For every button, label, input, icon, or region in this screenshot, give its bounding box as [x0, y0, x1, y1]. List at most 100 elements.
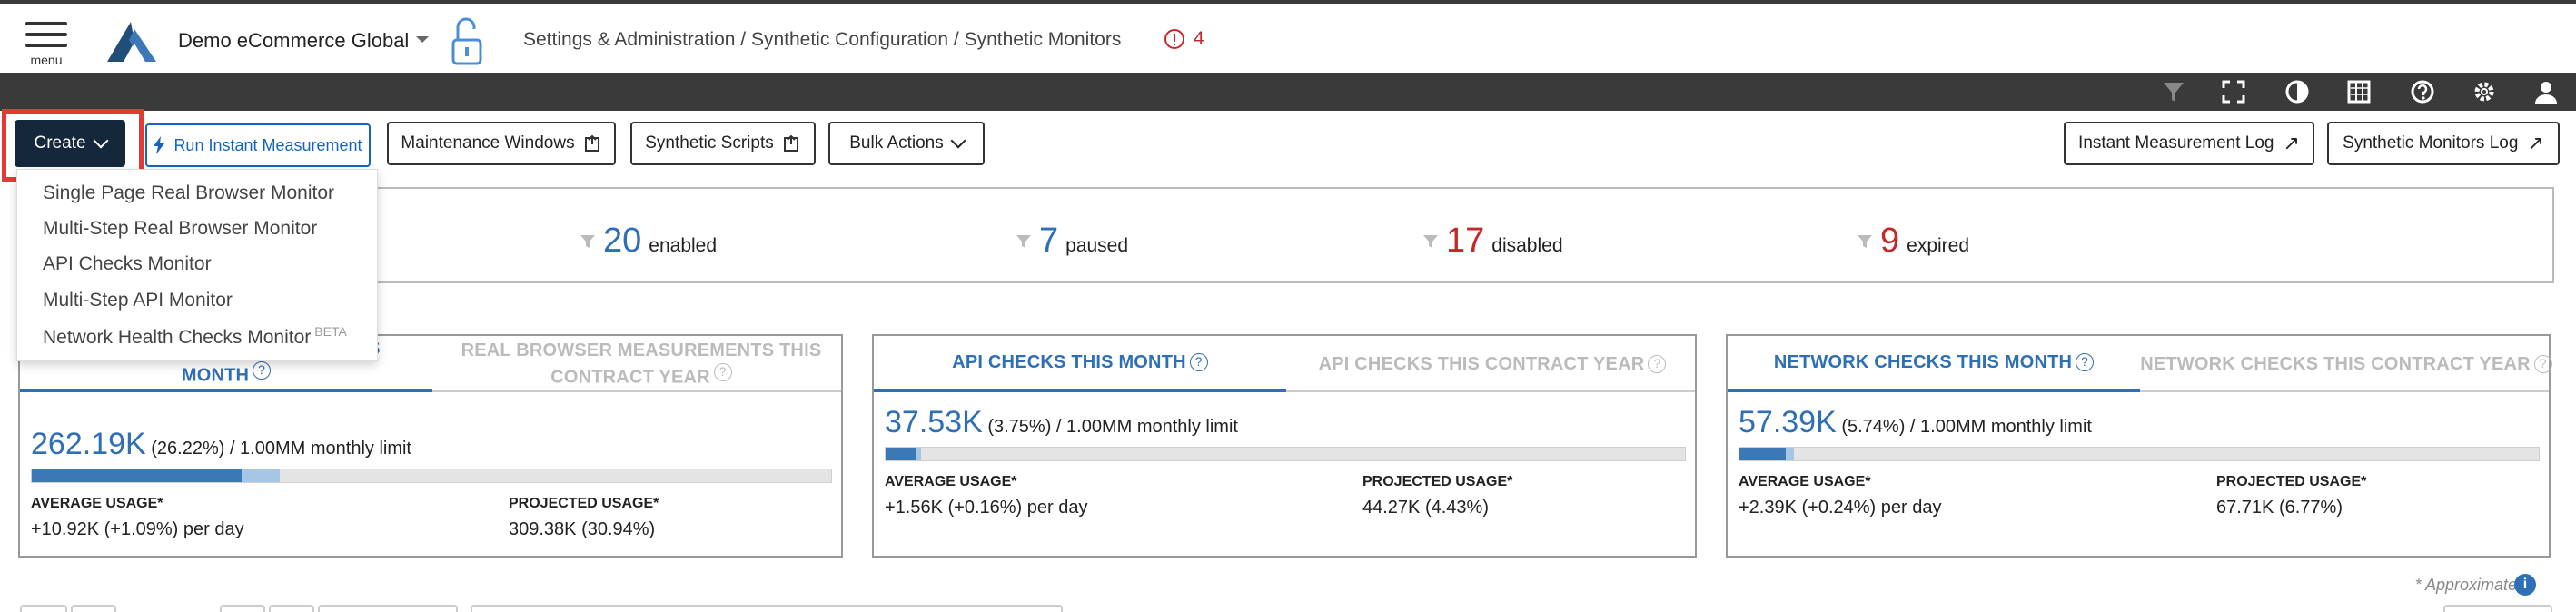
- usage-progress-bar: [885, 447, 1686, 461]
- maintenance-label: Maintenance Windows: [401, 133, 575, 153]
- usage-detail: (26.22%) / 1.00MM monthly limit: [151, 439, 411, 459]
- app-switcher-caret-icon[interactable]: [416, 36, 429, 43]
- top-header: menu Demo eCommerce Global Settings & Ad…: [0, 0, 2576, 73]
- tab-network-this-month[interactable]: NETWORK CHECKS THIS MONTH?: [1728, 336, 2140, 392]
- paused-stat[interactable]: 7 paused: [1016, 222, 1128, 261]
- external-link-icon: [584, 134, 599, 152]
- menu-item-api-checks[interactable]: API Checks Monitor: [43, 253, 212, 275]
- columns-icon[interactable]: [2345, 78, 2373, 105]
- user-icon[interactable]: [2532, 78, 2560, 105]
- gear-icon[interactable]: [2471, 78, 2498, 105]
- lightning-icon: [154, 136, 165, 154]
- average-usage-label: AVERAGE USAGE*: [31, 496, 163, 511]
- enabled-stat[interactable]: 20 enabled: [580, 222, 717, 261]
- menu-item-label: Network Health Checks Monitor: [43, 327, 312, 348]
- menu-item-multi-step-browser[interactable]: Multi-Step Real Browser Monitor: [43, 218, 317, 240]
- info-icon[interactable]: i: [2514, 574, 2536, 596]
- maintenance-windows-button[interactable]: Maintenance Windows: [387, 122, 616, 165]
- menu-item-multi-step-api[interactable]: Multi-Step API Monitor: [43, 290, 233, 311]
- app-title[interactable]: Demo eCommerce Global: [178, 29, 409, 53]
- projected-usage-value: 67.71K (6.77%): [2216, 498, 2343, 518]
- filter-icon: [1016, 234, 1031, 248]
- tab-api-contract-year[interactable]: API CHECKS THIS CONTRACT YEAR?: [1286, 336, 1699, 392]
- fullscreen-icon[interactable]: [2220, 78, 2247, 105]
- projected-fill: [1786, 448, 1794, 460]
- beta-badge: BETA: [314, 324, 347, 339]
- pagination-control[interactable]: [269, 605, 314, 612]
- alert-indicator[interactable]: 4: [1164, 28, 1204, 50]
- run-label: Run Instant Measurement: [173, 135, 362, 154]
- average-usage-value: +1.56K (+0.16%) per day: [885, 498, 1088, 518]
- page-size-control[interactable]: [318, 605, 458, 612]
- usage-tabs: API CHECKS THIS MONTH? API CHECKS THIS C…: [874, 336, 1695, 392]
- expired-label: expired: [1907, 235, 1970, 256]
- filter-icon: [1423, 234, 1438, 248]
- export-button[interactable]: [2443, 605, 2552, 612]
- create-label: Create: [34, 133, 86, 153]
- pagination-control[interactable]: [71, 605, 116, 612]
- expired-stat[interactable]: 9 expired: [1857, 222, 1969, 261]
- bulk-actions-button[interactable]: Bulk Actions: [828, 122, 985, 165]
- help-icon[interactable]: ?: [2076, 353, 2095, 371]
- usage-value: 262.19K (26.22%) / 1.00MM monthly limit: [31, 427, 411, 462]
- instant-measurement-log-button[interactable]: Instant Measurement Log ↗: [2064, 122, 2314, 165]
- tab-line2: CONTRACT YEAR: [550, 367, 710, 388]
- projected-usage-label: PROJECTED USAGE*: [2216, 474, 2367, 489]
- synthetic-monitors-log-button[interactable]: Synthetic Monitors Log ↗: [2327, 122, 2560, 165]
- help-icon[interactable]: ?: [713, 363, 732, 382]
- scripts-label: Synthetic Scripts: [645, 133, 774, 153]
- projected-usage-label: PROJECTED USAGE*: [509, 496, 659, 511]
- filter-icon: [1858, 234, 1872, 248]
- share-arrow-icon: ↗: [2527, 132, 2544, 154]
- monitor-status-summary: 20 enabled 7 paused 17 disabled 9 expire…: [18, 187, 2554, 283]
- approximate-footnote: * Approximate.: [2414, 576, 2522, 594]
- menu-button[interactable]: menu: [25, 22, 67, 67]
- usage-amount: 37.53K: [885, 405, 983, 439]
- tab-real-browser-contract-year[interactable]: REAL BROWSER MEASUREMENTS THIS CONTRACT …: [438, 336, 845, 392]
- tab-label: NETWORK CHECKS THIS CONTRACT YEAR: [2140, 354, 2531, 374]
- menu-item-network-health[interactable]: Network Health Checks Monitor BETA: [43, 324, 347, 349]
- chevron-down-icon: [93, 133, 109, 149]
- disabled-stat[interactable]: 17 disabled: [1422, 222, 1563, 261]
- usage-fill: [32, 469, 242, 482]
- help-icon[interactable]: [2409, 78, 2436, 105]
- paused-label: paused: [1065, 235, 1129, 256]
- help-icon[interactable]: ?: [253, 361, 272, 380]
- filter-icon: [580, 234, 595, 248]
- run-instant-measurement-button[interactable]: Run Instant Measurement: [145, 123, 371, 167]
- disabled-label: disabled: [1491, 235, 1563, 256]
- usage-fill: [886, 448, 916, 460]
- search-input[interactable]: [471, 605, 1063, 612]
- usage-detail: (3.75%) / 1.00MM monthly limit: [987, 417, 1238, 437]
- enabled-count: 20: [603, 222, 642, 260]
- create-button[interactable]: Create: [15, 120, 125, 167]
- tab-api-this-month[interactable]: API CHECKS THIS MONTH?: [874, 336, 1286, 392]
- filter-icon[interactable]: [2160, 78, 2187, 105]
- synthetic-scripts-button[interactable]: Synthetic Scripts: [630, 122, 816, 165]
- share-arrow-icon: ↗: [2283, 132, 2300, 154]
- help-icon[interactable]: ?: [1648, 355, 1667, 373]
- average-usage-value: +2.39K (+0.24%) per day: [1739, 498, 1942, 518]
- menu-item-single-page-browser[interactable]: Single Page Real Browser Monitor: [43, 183, 334, 204]
- bulk-label: Bulk Actions: [849, 133, 944, 153]
- unlock-icon[interactable]: [449, 16, 485, 67]
- contrast-icon[interactable]: [2284, 78, 2311, 105]
- help-icon[interactable]: ?: [1189, 353, 1208, 371]
- projected-usage-value: 309.38K (30.94%): [509, 519, 656, 539]
- tab-label: API CHECKS THIS CONTRACT YEAR: [1318, 354, 1645, 374]
- projected-fill: [242, 469, 280, 482]
- pagination-control[interactable]: [20, 605, 67, 612]
- enabled-label: enabled: [649, 235, 718, 256]
- tab-network-contract-year[interactable]: NETWORK CHECKS THIS CONTRACT YEAR?: [2140, 336, 2552, 392]
- usage-amount: 57.39K: [1739, 405, 1837, 439]
- breadcrumb: Settings & Administration / Synthetic Co…: [523, 29, 1122, 50]
- network-checks-usage-panel: NETWORK CHECKS THIS MONTH? NETWORK CHECK…: [1726, 334, 2552, 558]
- projected-usage-value: 44.27K (4.43%): [1362, 498, 1489, 518]
- pagination-control[interactable]: [220, 605, 265, 612]
- usage-tabs: NETWORK CHECKS THIS MONTH? NETWORK CHECK…: [1728, 336, 2552, 392]
- tab-line2: MONTH: [181, 365, 250, 386]
- average-usage-label: AVERAGE USAGE*: [885, 474, 1017, 489]
- projected-usage-label: PROJECTED USAGE*: [1362, 474, 1513, 489]
- help-icon[interactable]: ?: [2533, 355, 2552, 373]
- average-usage-label: AVERAGE USAGE*: [1739, 474, 1871, 489]
